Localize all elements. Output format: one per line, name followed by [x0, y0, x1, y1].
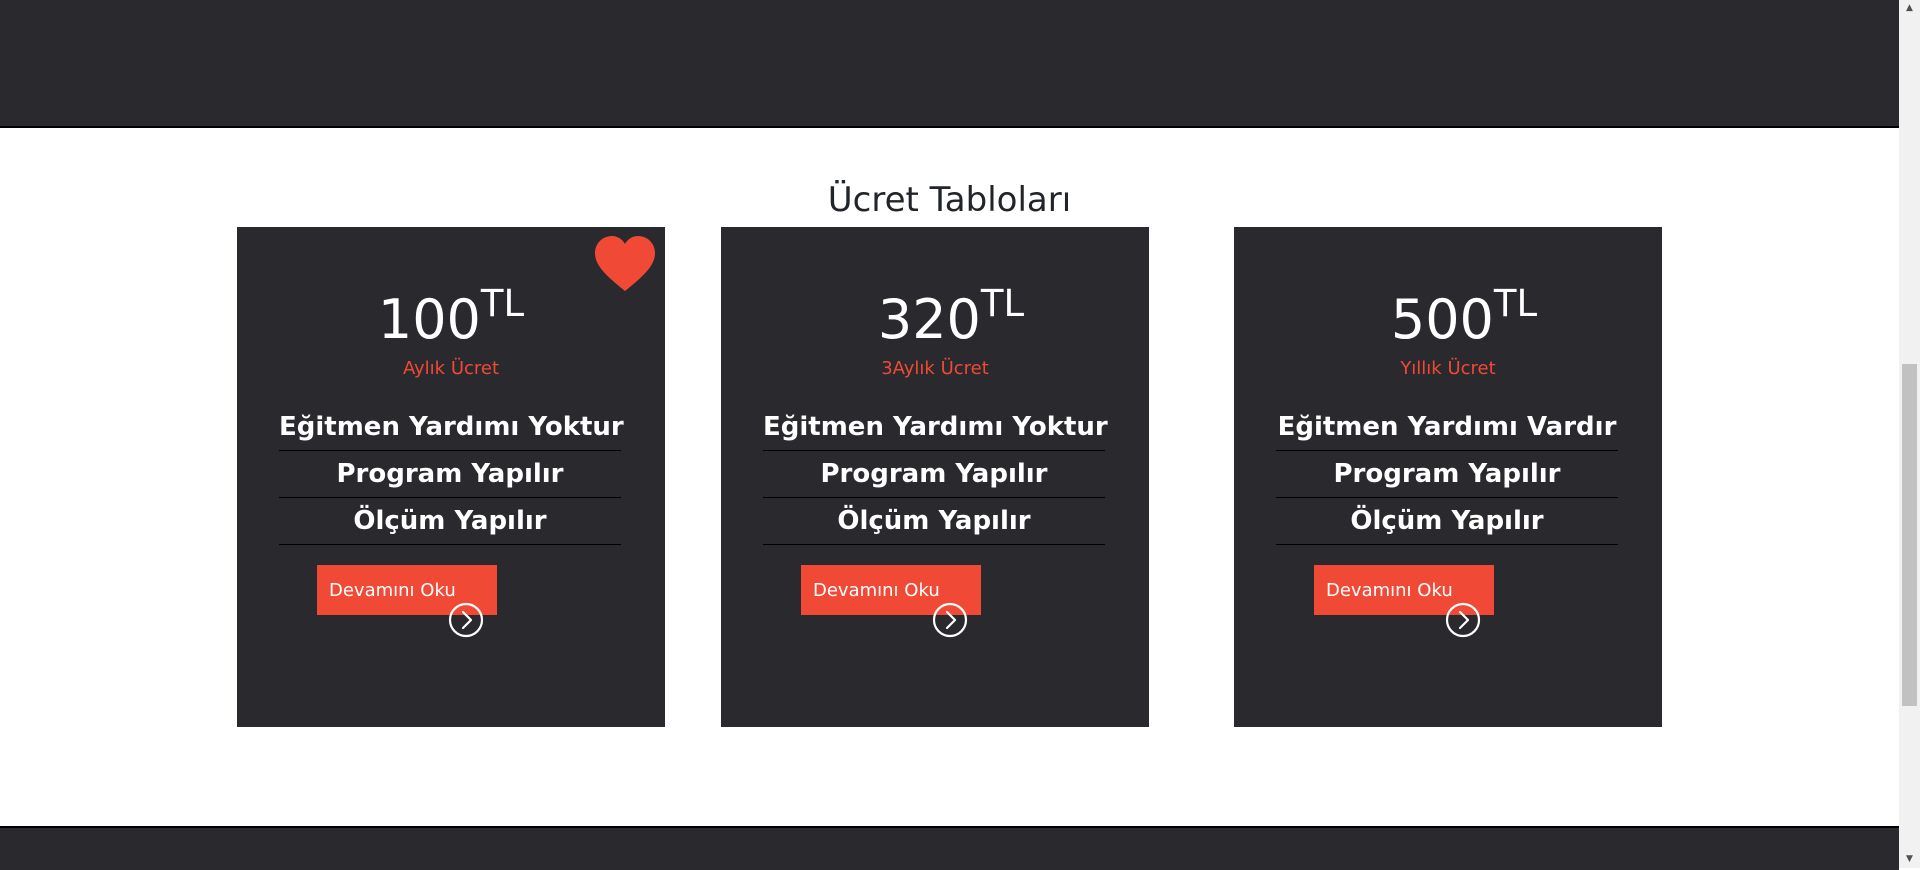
feature-item: Ölçüm Yapılır	[1276, 498, 1618, 545]
scroll-up-arrow-icon[interactable]: ▲	[1899, 0, 1920, 17]
billing-period: Aylık Ücret	[402, 358, 500, 379]
feature-list: Eğitmen Yardımı Yoktur Program Yapılır Ö…	[763, 404, 1108, 545]
price: 100TL	[237, 282, 665, 355]
price-amount: 100	[377, 288, 481, 351]
scrollbar-thumb[interactable]	[1902, 364, 1917, 706]
feature-item: Eğitmen Yardımı Yoktur	[763, 404, 1108, 451]
feature-list: Eğitmen Yardımı Vardır Program Yapılır Ö…	[1276, 404, 1618, 545]
pricing-card-yearly: 500TL Yıllık Ücret Eğitmen Yardımı Vardı…	[1234, 227, 1662, 727]
price-amount: 500	[1390, 288, 1494, 351]
section-title: Ücret Tabloları	[827, 180, 1072, 220]
price-currency: TL	[980, 282, 1025, 325]
bottom-dark-band	[0, 826, 1899, 870]
price-currency: TL	[480, 282, 525, 325]
feature-list: Eğitmen Yardımı Yoktur Program Yapılır Ö…	[279, 404, 624, 545]
chevron-right-circle-icon[interactable]	[448, 602, 484, 638]
billing-period: Yıllık Ücret	[1400, 358, 1496, 379]
feature-item: Program Yapılır	[1276, 451, 1618, 498]
chevron-right-circle-icon[interactable]	[1445, 602, 1481, 638]
billing-period: 3Aylık Ücret	[881, 358, 989, 379]
feature-item: Ölçüm Yapılır	[279, 498, 621, 545]
pricing-card-monthly: 100TL Aylık Ücret Eğitmen Yardımı Yoktur…	[237, 227, 665, 727]
vertical-scrollbar[interactable]: ▲ ▼	[1899, 0, 1920, 868]
scroll-down-arrow-icon[interactable]: ▼	[1899, 851, 1920, 868]
feature-item: Program Yapılır	[763, 451, 1105, 498]
price-amount: 320	[877, 288, 981, 351]
feature-item: Eğitmen Yardımı Vardır	[1276, 404, 1618, 451]
pricing-card-quarterly: 320TL 3Aylık Ücret Eğitmen Yardımı Yoktu…	[721, 227, 1149, 727]
price: 500TL	[1234, 282, 1662, 355]
feature-item: Eğitmen Yardımı Yoktur	[279, 404, 624, 451]
price: 320TL	[721, 282, 1149, 355]
feature-item: Program Yapılır	[279, 451, 621, 498]
top-dark-band	[0, 0, 1899, 128]
price-currency: TL	[1493, 282, 1538, 325]
feature-item: Ölçüm Yapılır	[763, 498, 1105, 545]
chevron-right-circle-icon[interactable]	[932, 602, 968, 638]
